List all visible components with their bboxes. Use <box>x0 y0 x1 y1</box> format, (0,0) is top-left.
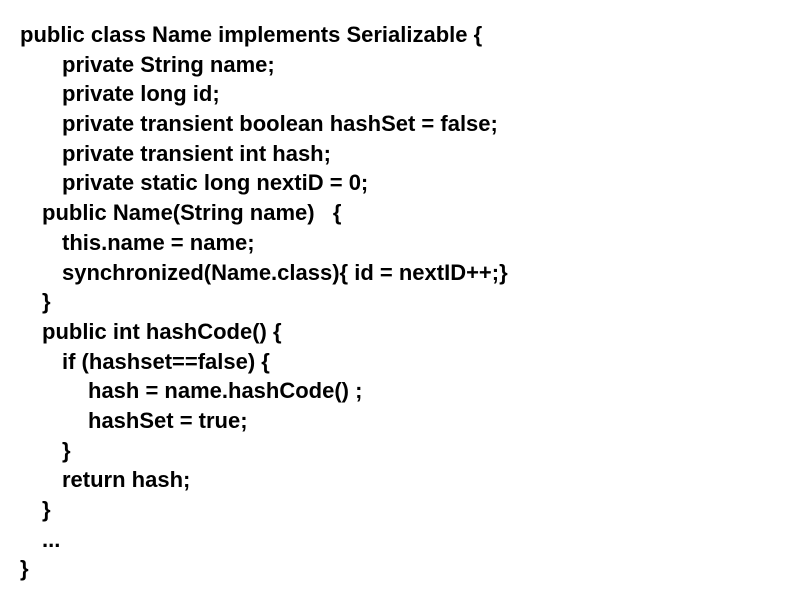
code-line: private long id; <box>20 79 780 109</box>
code-line: private String name; <box>20 50 780 80</box>
code-line: hash = name.hashCode() ; <box>20 376 780 406</box>
code-line: public int hashCode() { <box>20 317 780 347</box>
code-line: } <box>20 554 780 584</box>
code-line: public class Name implements Serializabl… <box>20 20 780 50</box>
code-line: if (hashset==false) { <box>20 347 780 377</box>
code-line: this.name = name; <box>20 228 780 258</box>
code-line: } <box>20 495 780 525</box>
code-line: private static long nextiD = 0; <box>20 168 780 198</box>
code-line: } <box>20 287 780 317</box>
code-line: private transient boolean hashSet = fals… <box>20 109 780 139</box>
code-line: synchronized(Name.class){ id = nextID++;… <box>20 258 780 288</box>
code-line: ... <box>20 525 780 555</box>
code-line: return hash; <box>20 465 780 495</box>
code-block: public class Name implements Serializabl… <box>20 20 780 584</box>
code-line: hashSet = true; <box>20 406 780 436</box>
code-line: } <box>20 436 780 466</box>
code-line: private transient int hash; <box>20 139 780 169</box>
code-line: public Name(String name) { <box>20 198 780 228</box>
